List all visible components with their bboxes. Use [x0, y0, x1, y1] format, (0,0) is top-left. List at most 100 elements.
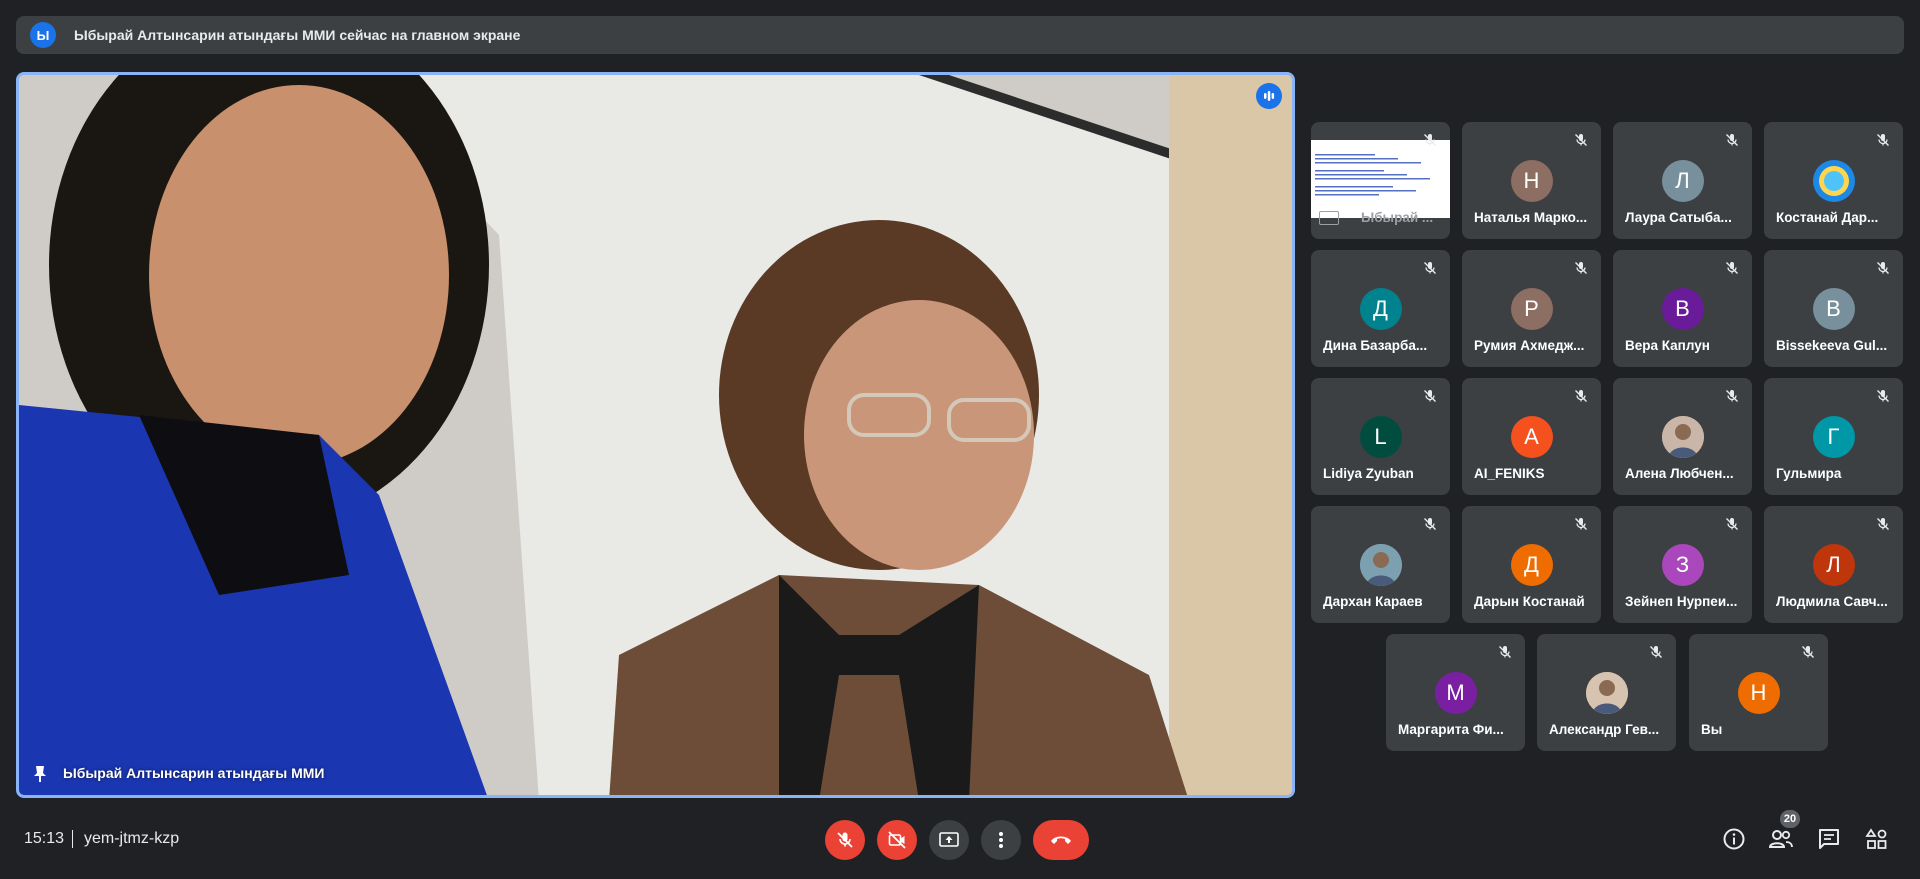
chat-icon	[1819, 829, 1839, 849]
avatar: A	[1510, 416, 1553, 458]
main-video-name: Ыбырай Алтынсарин атындағы ММИ	[63, 765, 325, 781]
pin-icon[interactable]	[29, 763, 51, 785]
more-options-button[interactable]	[981, 820, 1021, 860]
mic-off-icon	[1875, 516, 1891, 532]
avatar: З	[1661, 544, 1704, 586]
mic-off-icon	[1800, 644, 1816, 660]
participant-tile[interactable]: З Зейнеп Нурпеи...	[1613, 506, 1752, 623]
avatar: Л	[1812, 544, 1855, 586]
participant-name: Алена Любчен...	[1625, 466, 1734, 481]
end-call-button[interactable]	[1033, 820, 1089, 860]
mic-off-icon	[1573, 260, 1589, 276]
avatar: М	[1434, 672, 1477, 714]
participant-name: Дина Базарба...	[1323, 338, 1428, 353]
participant-tile[interactable]: Ыбырай ...	[1311, 122, 1450, 239]
bottom-bar: 15:13 yem-jtmz-kzp 20	[0, 810, 1920, 879]
mic-off-icon	[1724, 516, 1740, 532]
activities-icon	[1865, 828, 1887, 849]
meeting-time: 15:13	[24, 830, 65, 847]
participant-name: Ыбырай ...	[1361, 210, 1434, 225]
avatar: В	[1812, 288, 1855, 330]
participant-tile[interactable]: Костанай Дар...	[1764, 122, 1903, 239]
participant-tile[interactable]: A AI_FENIKS	[1462, 378, 1601, 495]
mic-off-icon	[1875, 132, 1891, 148]
camera-off-icon	[888, 831, 906, 849]
participant-tile[interactable]: Л Лаура Сатыба...	[1613, 122, 1752, 239]
mic-off-icon	[1497, 644, 1513, 660]
avatar	[1812, 160, 1855, 202]
chat-button[interactable]	[1816, 826, 1842, 852]
participant-tile[interactable]: В Вера Каплун	[1613, 250, 1752, 367]
participant-name: Лаура Сатыба...	[1625, 210, 1732, 225]
mic-off-icon	[1573, 516, 1589, 532]
shared-screen-thumbnail	[1311, 140, 1450, 218]
mic-off-icon	[1573, 388, 1589, 404]
banner-avatar: Ы	[30, 22, 56, 48]
participant-tile[interactable]: Г Гульмира	[1764, 378, 1903, 495]
participant-name: Костанай Дар...	[1776, 210, 1879, 225]
participant-tile[interactable]: М Маргарита Фи...	[1386, 634, 1525, 751]
mic-off-icon	[1422, 516, 1438, 532]
avatar: Г	[1812, 416, 1855, 458]
participant-tile[interactable]: В Bissekeeva Gul...	[1764, 250, 1903, 367]
mic-off-icon	[1422, 260, 1438, 276]
avatar: Л	[1661, 160, 1704, 202]
present-button[interactable]	[929, 820, 969, 860]
separator	[72, 830, 73, 848]
avatar: В	[1661, 288, 1704, 330]
camera-toggle-button[interactable]	[877, 820, 917, 860]
participant-name: AI_FENIKS	[1474, 466, 1545, 481]
participant-tile[interactable]: Д Дина Базарба...	[1311, 250, 1450, 367]
meeting-code: yem-jtmz-kzp	[84, 830, 180, 847]
avatar	[1585, 672, 1628, 714]
call-end-icon	[1051, 836, 1071, 844]
meeting-details-button[interactable]	[1721, 826, 1747, 852]
mic-off-icon	[1573, 132, 1589, 148]
banner-text: Ыбырай Алтынсарин атындағы ММИ сейчас на…	[74, 27, 521, 43]
activities-button[interactable]	[1864, 826, 1890, 852]
participant-tile[interactable]: Алена Любчен...	[1613, 378, 1752, 495]
participant-tile[interactable]: Л Людмила Савч...	[1764, 506, 1903, 623]
participant-name: Наталья Марко...	[1474, 210, 1588, 225]
mic-off-icon	[1724, 132, 1740, 148]
avatar	[1661, 416, 1704, 458]
mic-off-icon	[1422, 132, 1438, 148]
participant-tile[interactable]: Н Наталья Марко...	[1462, 122, 1601, 239]
presenting-banner: Ы Ыбырай Алтынсарин атындағы ММИ сейчас …	[16, 16, 1904, 54]
participant-name: Александр Гев...	[1549, 722, 1660, 737]
mic-off-icon	[1875, 260, 1891, 276]
speaking-indicator-icon	[1256, 83, 1282, 109]
avatar: Н	[1510, 160, 1553, 202]
participant-name: Дарын Костанай	[1474, 594, 1585, 609]
main-video[interactable]: Ыбырай Алтынсарин атындағы ММИ	[16, 72, 1295, 798]
participant-tile[interactable]: Д Дарын Костанай	[1462, 506, 1601, 623]
avatar: Р	[1510, 288, 1553, 330]
people-icon	[1768, 830, 1793, 848]
avatar: L	[1359, 416, 1402, 458]
participant-name: Людмила Савч...	[1776, 594, 1888, 609]
mic-off-icon	[1875, 388, 1891, 404]
avatar	[1359, 544, 1402, 586]
participant-tile[interactable]: Дархан Караев	[1311, 506, 1450, 623]
participant-name: Lidiya Zyuban	[1323, 466, 1414, 481]
participant-tile[interactable]: Р Румия Ахмедж...	[1462, 250, 1601, 367]
avatar: Н	[1737, 672, 1780, 714]
participant-tile[interactable]: Александр Гев...	[1537, 634, 1676, 751]
participant-tile[interactable]: Н Вы	[1689, 634, 1828, 751]
participant-name: Румия Ахмедж...	[1474, 338, 1585, 353]
main-video-frame	[19, 75, 1292, 795]
participant-name: Зейнеп Нурпеи...	[1625, 594, 1738, 609]
participant-name: Bissekeeva Gul...	[1776, 338, 1888, 353]
people-button[interactable]	[1768, 826, 1794, 852]
mic-off-icon	[1648, 644, 1664, 660]
mic-off-icon	[1724, 260, 1740, 276]
mic-off-icon	[1724, 388, 1740, 404]
participant-name: Маргарита Фи...	[1398, 722, 1504, 737]
mic-toggle-button[interactable]	[825, 820, 865, 860]
participant-tile[interactable]: L Lidiya Zyuban	[1311, 378, 1450, 495]
participant-name: Гульмира	[1776, 466, 1842, 481]
mic-off-icon	[1422, 388, 1438, 404]
more-vert-icon	[999, 832, 1003, 848]
info-icon	[1723, 828, 1745, 850]
participant-name: Дархан Караев	[1323, 594, 1423, 609]
